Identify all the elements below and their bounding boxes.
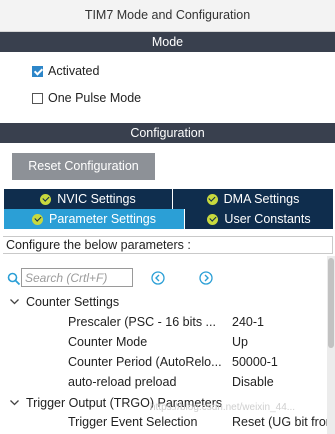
param-value-counter-mode[interactable]: Up [232,334,335,351]
param-name-prescaler: Prescaler (PSC - 16 bits ... [68,315,216,329]
window-title: TIM7 Mode and Configuration [0,0,335,32]
search-icon [7,272,21,286]
param-name-counter-period: Counter Period (AutoRelo... [68,355,222,369]
check-circle-icon [206,193,218,205]
activated-label: Activated [48,64,100,78]
tab-parameter-settings[interactable]: Parameter Settings [4,209,184,229]
param-value-trigger-event-selection[interactable]: Reset (UG bit from [232,414,335,431]
tab-label: NVIC Settings [57,192,136,206]
one-pulse-mode-option[interactable]: One Pulse Mode [32,90,141,106]
param-name-auto-reload-preload: auto-reload preload [68,375,177,389]
param-value-auto-reload-preload[interactable]: Disable [232,374,335,391]
param-name-counter-mode: Counter Mode [68,335,148,349]
param-name-trigger-event-selection: Trigger Event Selection [68,415,198,429]
watermark: https://blog.csdn.net/weixin_44... [150,402,296,413]
search-input[interactable] [21,268,133,287]
configure-instructions: Configure the below parameters : [3,236,333,254]
scrollbar-thumb[interactable] [328,258,334,348]
check-circle-icon [40,193,52,205]
check-circle-icon [32,213,43,225]
check-circle-icon [207,213,219,225]
previous-result-icon[interactable] [151,271,165,285]
configuration-header: Configuration [0,123,335,143]
one-pulse-mode-checkbox[interactable] [32,92,43,104]
tab-label: User Constants [224,212,311,226]
activated-option[interactable]: Activated [32,63,99,79]
mode-header: Mode [0,32,335,52]
tab-label: Parameter Settings [49,212,156,226]
tab-user-constants[interactable]: User Constants [185,209,333,229]
chevron-down-icon[interactable] [8,295,21,308]
one-pulse-mode-label: One Pulse Mode [48,91,142,105]
tab-dma-settings[interactable]: DMA Settings [173,189,333,209]
tab-label: DMA Settings [223,192,300,206]
tab-nvic-settings[interactable]: NVIC Settings [4,189,172,209]
next-result-icon[interactable] [199,271,213,285]
param-value-prescaler[interactable]: 240-1 [232,314,335,331]
chevron-down-icon[interactable] [8,396,21,409]
reset-configuration-button[interactable]: Reset Configuration [12,153,155,180]
activated-checkbox[interactable] [32,65,43,77]
param-value-counter-period[interactable]: 50000-1 [232,354,335,371]
counter-settings-group[interactable]: Counter Settings [8,293,119,310]
counter-settings-label: Counter Settings [26,294,120,309]
